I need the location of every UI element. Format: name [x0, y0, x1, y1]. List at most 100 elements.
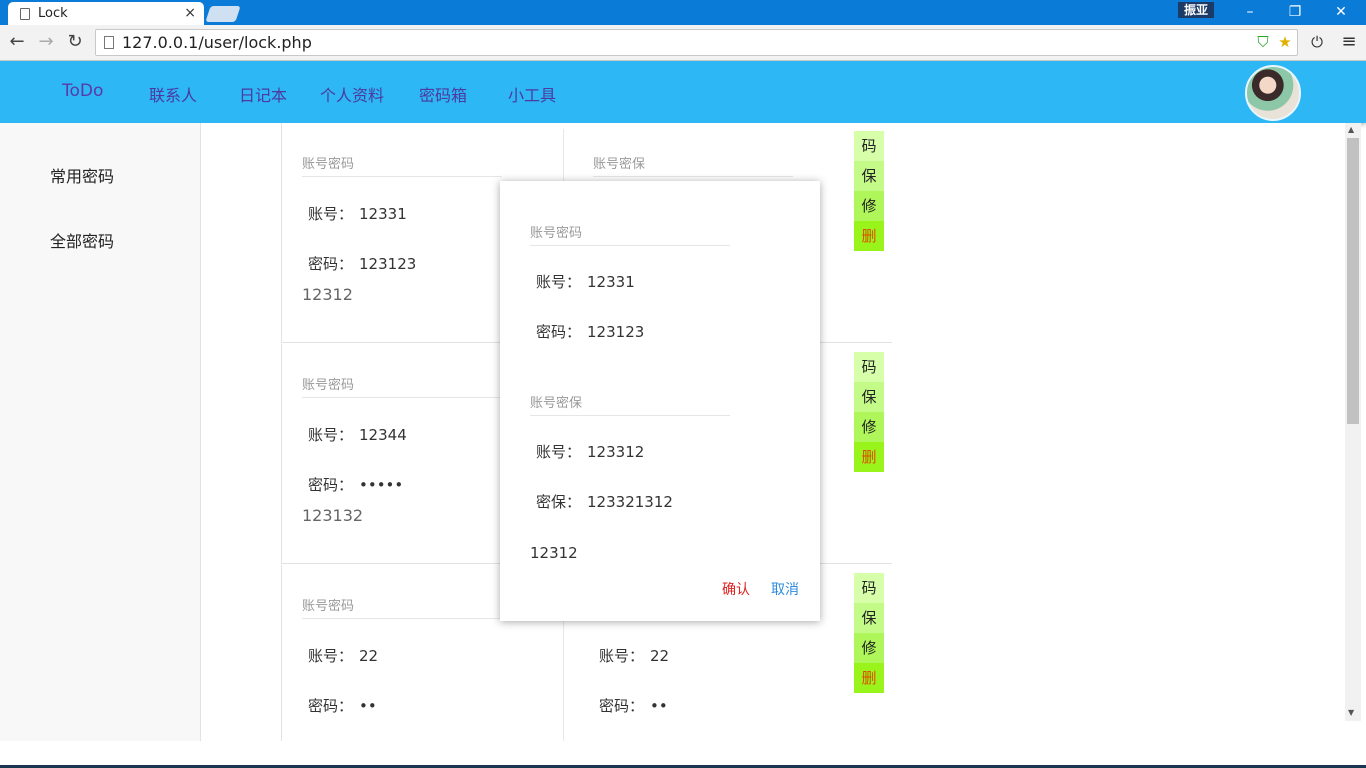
browser-titlebar: Lock × 振亚 – ❐ ✕	[0, 0, 1366, 25]
card-actions: 码 保 修 删	[854, 352, 884, 472]
profile-badge[interactable]: 振亚	[1178, 2, 1215, 18]
edit-button[interactable]: 修	[854, 633, 884, 663]
reload-icon[interactable]: ↻	[63, 30, 87, 54]
modal-sec-account-value: 123312	[587, 443, 645, 461]
nav-contacts[interactable]: 联系人	[149, 82, 197, 106]
password-label: 密码：	[308, 255, 354, 273]
password-value: •••••	[359, 476, 404, 494]
back-icon[interactable]: ←	[5, 30, 29, 54]
modal-security-value: 123321312	[587, 493, 673, 511]
modal-section-title: 账号密保	[530, 392, 730, 416]
account-value: 12331	[359, 205, 407, 223]
restore-icon[interactable]: ❐	[1272, 0, 1318, 25]
show-password-button[interactable]: 码	[854, 352, 884, 382]
tab-title: Lock	[38, 6, 68, 21]
account-label: 账号：	[536, 443, 582, 461]
scroll-thumb[interactable]	[1347, 138, 1359, 424]
document-icon	[20, 7, 30, 20]
password-value: 123123	[359, 255, 417, 273]
confirm-button[interactable]: 确认	[722, 579, 750, 599]
cancel-button[interactable]: 取消	[771, 579, 799, 599]
password-row: 密码： 123123	[308, 253, 416, 274]
account-row: 账号： 22	[599, 645, 669, 666]
nav-tools[interactable]: 小工具	[508, 82, 556, 106]
account-label: 账号：	[536, 273, 582, 291]
browser-tab[interactable]: Lock ×	[8, 2, 204, 25]
delete-button[interactable]: 删	[854, 221, 884, 251]
show-password-button[interactable]: 码	[854, 573, 884, 603]
browser-menu-icon[interactable]: ≡	[1340, 33, 1358, 51]
nav-password-box[interactable]: 密码箱	[419, 82, 467, 106]
delete-button[interactable]: 删	[854, 442, 884, 472]
modal-account-row: 账号： 12331	[536, 271, 635, 292]
detail-modal: 账号密码 账号： 12331 密码： 123123 账号密保 账号： 123312 密…	[500, 181, 820, 621]
modal-account-value: 12331	[587, 273, 635, 291]
modal-section-title: 账号密码	[530, 222, 730, 246]
card-note: 12312	[302, 285, 353, 304]
window-close-icon[interactable]: ✕	[1318, 0, 1364, 25]
section-title: 账号密码	[302, 595, 502, 619]
modal-security-row: 密保： 123321312	[536, 491, 673, 512]
card-actions: 码 保 修 删	[854, 573, 884, 693]
sidebar-item-common-passwords[interactable]: 常用密码	[50, 163, 114, 187]
show-password-button[interactable]: 码	[854, 131, 884, 161]
section-title: 账号密保	[593, 153, 793, 177]
password-label: 密码：	[536, 323, 582, 341]
nav-diary[interactable]: 日记本	[239, 82, 287, 106]
card-actions: 码 保 修 删	[854, 131, 884, 251]
account-row: 账号： 22	[308, 645, 378, 666]
account-label: 账号：	[308, 426, 354, 444]
security-label: 密保：	[536, 493, 582, 511]
password-row: 密码： •••••	[308, 474, 403, 495]
nav-profile[interactable]: 个人资料	[320, 82, 384, 106]
page-scrollbar[interactable]: ▲ ▼	[1345, 123, 1361, 721]
scroll-down-icon[interactable]: ▼	[1348, 708, 1354, 717]
delete-button[interactable]: 删	[854, 663, 884, 693]
password-label: 密码：	[308, 476, 354, 494]
tab-close-icon[interactable]: ×	[184, 5, 196, 21]
scroll-up-icon[interactable]: ▲	[1348, 125, 1354, 134]
power-icon[interactable]: ⏻	[1308, 33, 1326, 51]
forward-icon[interactable]: →	[34, 30, 58, 54]
password-row: 密码： ••	[308, 695, 377, 716]
bookmark-star-icon[interactable]: ★	[1276, 33, 1294, 51]
account-value: 22	[359, 647, 379, 665]
account-label: 账号：	[308, 205, 354, 223]
url-text: 127.0.0.1/user/lock.php	[122, 33, 312, 52]
modal-password-row: 密码： 123123	[536, 321, 644, 342]
browser-toolbar: ← → ↻ 127.0.0.1/user/lock.php ⛉ ★ ⏻ ≡	[0, 25, 1366, 61]
section-title: 账号密码	[302, 153, 502, 177]
account-label: 账号：	[308, 647, 354, 665]
sidebar-item-all-passwords[interactable]: 全部密码	[50, 228, 114, 252]
password-row: 密码： ••	[599, 695, 668, 716]
password-value: ••	[650, 697, 668, 715]
shield-extension-icon[interactable]: ⛉	[1254, 33, 1272, 51]
account-value: 12344	[359, 426, 407, 444]
account-value: 22	[650, 647, 670, 665]
modal-sec-account-row: 账号： 123312	[536, 441, 644, 462]
account-row: 账号： 12331	[308, 203, 407, 224]
password-label: 密码：	[308, 697, 354, 715]
brand-logo[interactable]: ToDo	[62, 81, 103, 101]
modal-password-value: 123123	[587, 323, 645, 341]
bottom-strip	[0, 741, 1366, 768]
minimize-icon[interactable]: –	[1227, 0, 1273, 25]
show-security-button[interactable]: 保	[854, 603, 884, 633]
section-title: 账号密码	[302, 374, 502, 398]
show-security-button[interactable]: 保	[854, 382, 884, 412]
edit-button[interactable]: 修	[854, 412, 884, 442]
sidebar: 常用密码 全部密码	[0, 123, 201, 741]
password-value: ••	[359, 697, 377, 715]
edit-button[interactable]: 修	[854, 191, 884, 221]
card-note: 123132	[302, 506, 364, 525]
app-header: ToDo 联系人 日记本 个人资料 密码箱 小工具	[0, 61, 1366, 123]
page-icon	[104, 36, 114, 49]
show-security-button[interactable]: 保	[854, 161, 884, 191]
account-label: 账号：	[599, 647, 645, 665]
new-tab-button[interactable]	[205, 6, 241, 22]
avatar[interactable]	[1245, 65, 1301, 121]
account-row: 账号： 12344	[308, 424, 407, 445]
modal-note: 12312	[530, 544, 578, 562]
password-label: 密码：	[599, 697, 645, 715]
address-bar[interactable]: 127.0.0.1/user/lock.php	[95, 29, 1298, 56]
